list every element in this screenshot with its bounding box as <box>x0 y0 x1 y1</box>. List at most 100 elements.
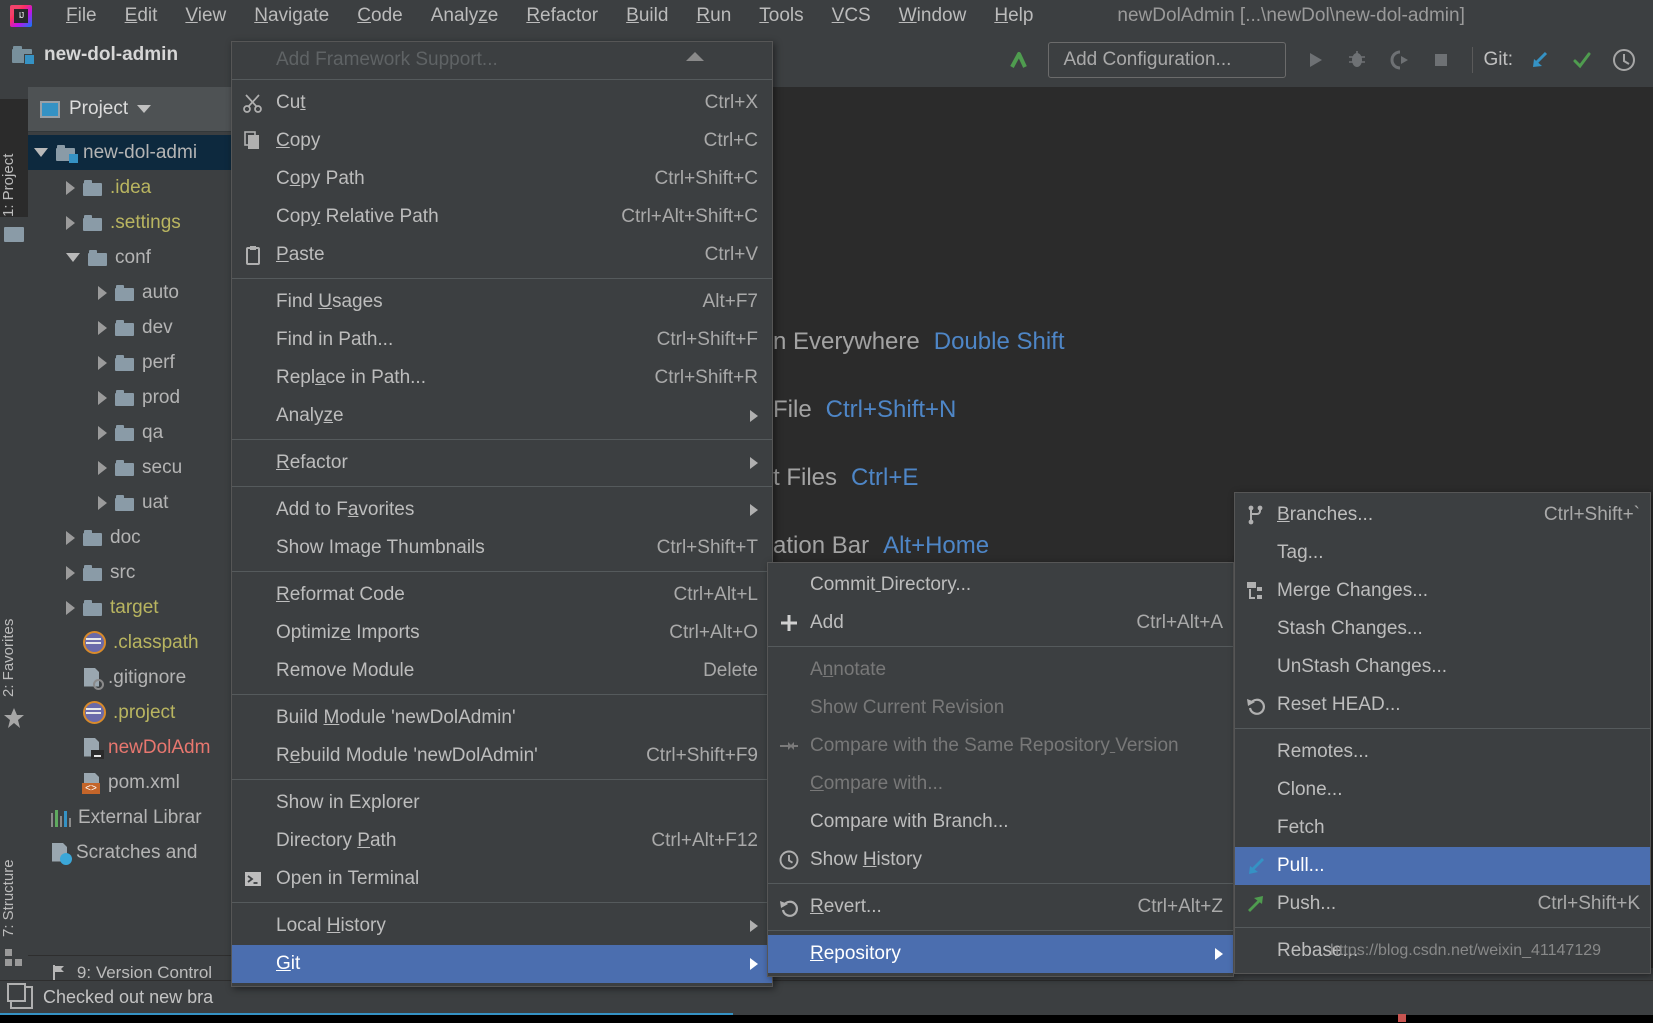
tree-node[interactable]: .idea <box>28 170 233 205</box>
menubar-item-code[interactable]: Code <box>343 2 416 30</box>
tree-twisty-icon[interactable] <box>66 600 75 615</box>
menu-item-push[interactable]: Push... Ctrl+Shift+K <box>1235 885 1650 923</box>
tree-node[interactable]: auto <box>28 275 233 310</box>
run-configuration-selector[interactable]: Add Configuration... <box>1048 41 1287 78</box>
menu-item-commit-directory[interactable]: Commit Directory... <box>768 566 1233 604</box>
scroll-up-triangle-icon[interactable] <box>686 52 704 61</box>
run-icon[interactable] <box>1294 39 1336 81</box>
menubar-item-edit[interactable]: Edit <box>111 2 172 30</box>
menu-item-reformat-code[interactable]: Reformat Code Ctrl+Alt+L <box>232 576 772 614</box>
menu-item-pull[interactable]: Pull... <box>1235 847 1650 885</box>
tree-twisty-icon[interactable] <box>66 180 75 195</box>
menu-item-open-in-terminal[interactable]: Open in Terminal <box>232 860 772 898</box>
tree-twisty-icon[interactable] <box>98 460 107 475</box>
menu-item-compare-with-branch[interactable]: Compare with Branch... <box>768 803 1233 841</box>
menu-item-copy-path[interactable]: Copy Path Ctrl+Shift+C <box>232 160 772 198</box>
menu-item-add[interactable]: Add Ctrl+Alt+A <box>768 604 1233 642</box>
menu-item-paste[interactable]: Paste Ctrl+V <box>232 236 772 274</box>
tree-node[interactable]: new-dol-admi <box>28 135 233 170</box>
tree-node[interactable]: .settings <box>28 205 233 240</box>
run-coverage-icon[interactable] <box>1378 39 1420 81</box>
menu-item-stash-changes[interactable]: Stash Changes... <box>1235 610 1650 648</box>
menubar-item-help[interactable]: Help <box>980 2 1047 30</box>
menu-item-fetch[interactable]: Fetch <box>1235 809 1650 847</box>
menu-item-git[interactable]: Git <box>232 945 772 983</box>
tool-window-tab-project[interactable]: 1: Project <box>0 99 28 217</box>
menu-item-add-to-favorites[interactable]: Add to Favorites <box>232 491 772 529</box>
tree-node[interactable]: secu <box>28 450 233 485</box>
tree-node[interactable]: uat <box>28 485 233 520</box>
menubar-item-window[interactable]: Window <box>885 2 981 30</box>
menu-item-merge-changes[interactable]: Merge Changes... <box>1235 572 1650 610</box>
menu-item-remotes[interactable]: Remotes... <box>1235 733 1650 771</box>
tree-node[interactable]: .gitignore <box>28 660 233 695</box>
tree-twisty-icon[interactable] <box>66 253 80 262</box>
project-panel-header[interactable]: Project <box>28 87 233 132</box>
menu-item-show-history[interactable]: Show History <box>768 841 1233 879</box>
menubar-item-vcs[interactable]: VCS <box>818 2 885 30</box>
tree-twisty-icon[interactable] <box>98 390 107 405</box>
menubar-item-navigate[interactable]: Navigate <box>240 2 343 30</box>
menu-item-rebuild-module-newdoladmin[interactable]: Rebuild Module 'newDolAdmin' Ctrl+Shift+F… <box>232 737 772 775</box>
commit-icon[interactable] <box>1561 39 1603 81</box>
tree-node[interactable]: dev <box>28 310 233 345</box>
tree-twisty-icon[interactable] <box>66 215 75 230</box>
menu-item-branches[interactable]: Branches... Ctrl+Shift+` <box>1235 496 1650 534</box>
menu-item-find-in-path[interactable]: Find in Path... Ctrl+Shift+F <box>232 321 772 359</box>
menu-item-reset-head[interactable]: Reset HEAD... <box>1235 686 1650 724</box>
menu-item-unstash-changes[interactable]: UnStash Changes... <box>1235 648 1650 686</box>
menubar-item-run[interactable]: Run <box>682 2 745 30</box>
menu-item-remove-module[interactable]: Remove Module Delete <box>232 652 772 690</box>
tool-window-tab-favorites[interactable]: 2: Favorites <box>0 552 28 697</box>
menu-item-directory-path[interactable]: Directory Path Ctrl+Alt+F12 <box>232 822 772 860</box>
tree-twisty-icon[interactable] <box>98 425 107 440</box>
menu-item-find-usages[interactable]: Find Usages Alt+F7 <box>232 283 772 321</box>
menu-item-refactor[interactable]: Refactor <box>232 444 772 482</box>
menu-item-build-module-newdoladmin[interactable]: Build Module 'newDolAdmin' <box>232 699 772 737</box>
menubar-item-build[interactable]: Build <box>612 2 682 30</box>
tool-window-tab-structure[interactable]: 7: Structure <box>0 787 28 937</box>
menu-item-revert[interactable]: Revert... Ctrl+Alt+Z <box>768 888 1233 926</box>
menu-item-copy-relative-path[interactable]: Copy Relative Path Ctrl+Alt+Shift+C <box>232 198 772 236</box>
menubar-item-view[interactable]: View <box>171 2 240 30</box>
history-icon[interactable] <box>1603 39 1645 81</box>
build-icon[interactable] <box>998 39 1040 81</box>
tree-node[interactable]: prod <box>28 380 233 415</box>
menu-item-local-history[interactable]: Local History <box>232 907 772 945</box>
menu-item-clone[interactable]: Clone... <box>1235 771 1650 809</box>
tree-node[interactable]: .classpath <box>28 625 233 660</box>
menu-item-repository[interactable]: Repository <box>768 935 1233 973</box>
menu-item-cut[interactable]: Cut Ctrl+X <box>232 84 772 122</box>
tree-node[interactable]: doc <box>28 520 233 555</box>
tree-twisty-icon[interactable] <box>98 285 107 300</box>
tree-node[interactable]: newDolAdm <box>28 730 233 765</box>
tree-twisty-icon[interactable] <box>98 495 107 510</box>
tree-node[interactable]: conf <box>28 240 233 275</box>
menubar-item-file[interactable]: File <box>52 2 111 30</box>
menu-item-show-in-explorer[interactable]: Show in Explorer <box>232 784 772 822</box>
menubar-item-refactor[interactable]: Refactor <box>512 2 612 30</box>
tree-node[interactable]: .project <box>28 695 233 730</box>
menubar-item-analyze[interactable]: Analyze <box>417 2 513 30</box>
menubar-item-tools[interactable]: Tools <box>745 2 817 30</box>
tree-node[interactable]: perf <box>28 345 233 380</box>
update-project-icon[interactable] <box>1519 39 1561 81</box>
tree-twisty-icon[interactable] <box>66 530 75 545</box>
tree-node[interactable]: <> pom.xml <box>28 765 233 800</box>
tree-twisty-icon[interactable] <box>98 355 107 370</box>
tree-twisty-icon[interactable] <box>66 565 75 580</box>
tree-node[interactable]: target <box>28 590 233 625</box>
menu-item-show-image-thumbnails[interactable]: Show Image Thumbnails Ctrl+Shift+T <box>232 529 772 567</box>
menu-item-replace-in-path[interactable]: Replace in Path... Ctrl+Shift+R <box>232 359 772 397</box>
menu-item-copy[interactable]: Copy Ctrl+C <box>232 122 772 160</box>
stop-icon[interactable] <box>1420 39 1462 81</box>
debug-icon[interactable] <box>1336 39 1378 81</box>
tree-twisty-icon[interactable] <box>98 320 107 335</box>
tree-node[interactable]: Scratches and <box>28 835 233 870</box>
menu-item-analyze[interactable]: Analyze <box>232 397 772 435</box>
menu-item-optimize-imports[interactable]: Optimize Imports Ctrl+Alt+O <box>232 614 772 652</box>
menu-item-tag[interactable]: Tag... <box>1235 534 1650 572</box>
tree-node[interactable]: qa <box>28 415 233 450</box>
chevron-down-icon[interactable] <box>137 105 152 113</box>
tree-node[interactable]: External Librar <box>28 800 233 835</box>
